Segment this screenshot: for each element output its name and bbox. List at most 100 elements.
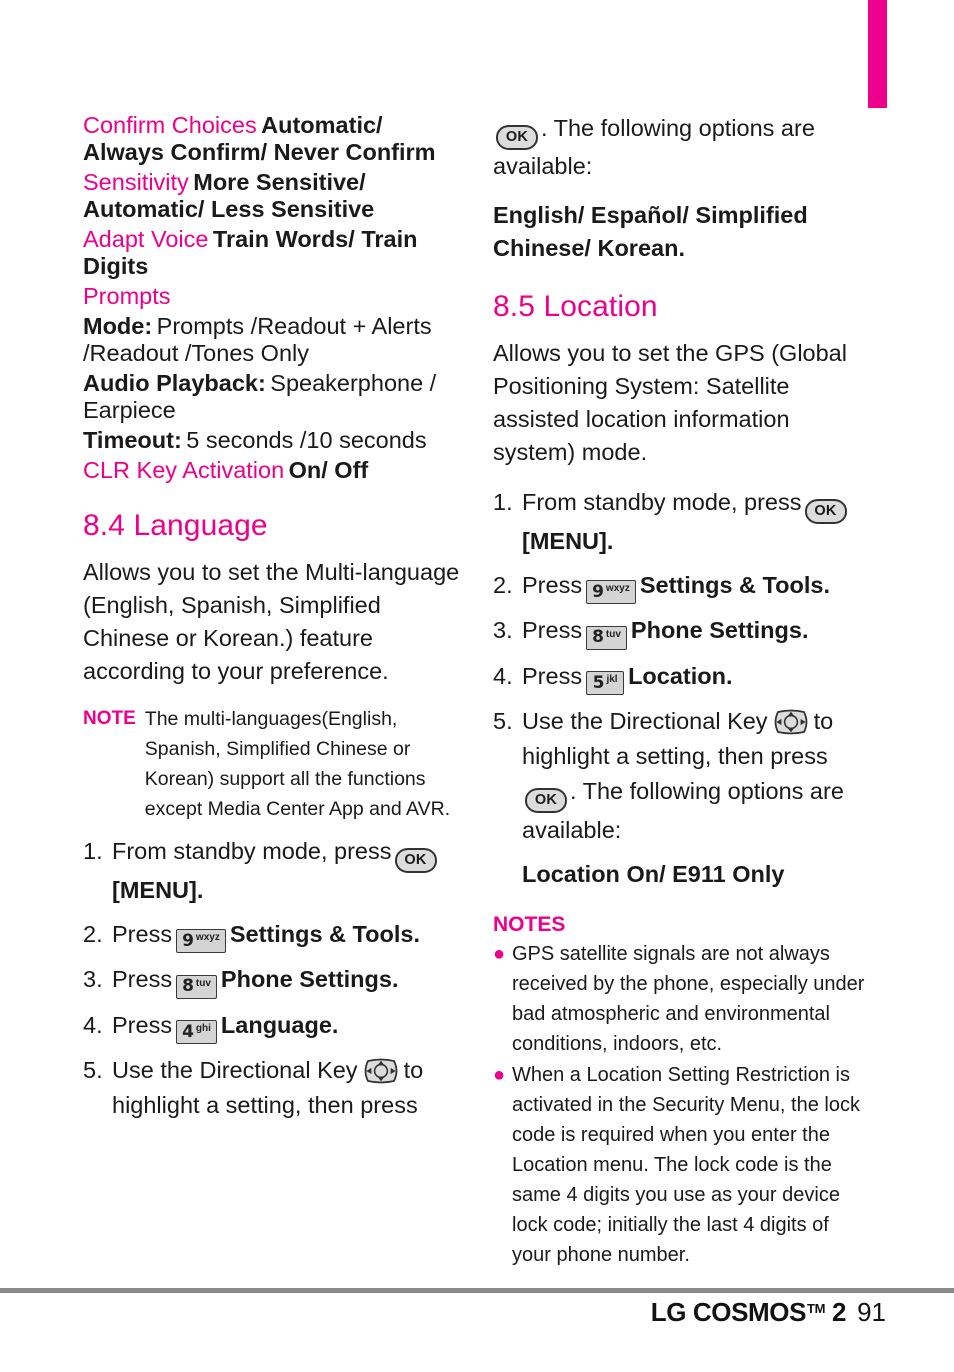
spec-term: Sensitivity — [83, 169, 189, 195]
step-number: 4. — [493, 662, 513, 689]
spec-term: Confirm Choices — [83, 112, 257, 138]
location-options-line: Location On/ E911 Only — [522, 860, 785, 887]
prompt-option-label: Audio Playback: — [83, 370, 266, 396]
spec-adapt-voice: Adapt Voice Train Words/ Train Digits — [83, 226, 461, 280]
step-number: 3. — [83, 966, 103, 993]
key-digit: 9 — [182, 930, 194, 951]
step-number: 2. — [493, 571, 513, 598]
step-text: Press — [522, 571, 583, 598]
keypad-8-icon: 8 tuv — [176, 974, 217, 999]
note-item-text: GPS satellite signals are not always rec… — [512, 942, 865, 1055]
step-text-tail: . The following options are available: — [522, 778, 844, 843]
step-text-bold: Phone Settings. — [630, 617, 809, 643]
ok-key-icon: OK — [804, 498, 847, 524]
section-intro-8-5: Allows you to set the GPS (Global Positi… — [493, 339, 847, 465]
spec-values: On/ Off — [288, 457, 369, 483]
step-text: Press — [522, 662, 583, 689]
note-block-language: NOTE The multi-languages(English, Spanis… — [83, 704, 461, 824]
spec-clr-key-activation: CLR Key Activation On/ Off — [83, 457, 461, 484]
key-digit: 5 — [592, 672, 605, 693]
notes-list: ● GPS satellite signals are not always r… — [493, 939, 871, 1270]
ok-key-icon: OK — [496, 124, 538, 150]
language-options-line: English/ Español/ Simplified Chinese/ Ko… — [493, 201, 808, 261]
step-text: From standby mode, press — [522, 488, 802, 515]
model-number: 2 — [832, 1297, 847, 1327]
key-letters: tuv — [195, 977, 211, 989]
footer-brand: LG COSMOS TM 2 — [650, 1297, 847, 1328]
note-list-item: ● GPS satellite signals are not always r… — [493, 939, 871, 1059]
page-number: 91 — [857, 1297, 886, 1327]
brand-name: LG COSMOS — [650, 1297, 807, 1327]
step-text-bold: Language. — [220, 1011, 339, 1038]
step-number: 1. — [83, 838, 103, 864]
step-text-bold: Settings & Tools. — [639, 571, 831, 598]
step-text: Press — [112, 966, 173, 993]
step-item: 3. Press 8 tuv Phone Settings. — [83, 962, 461, 999]
key-digit: 4 — [182, 1021, 194, 1042]
step-text: From standby mode, press — [112, 838, 392, 864]
right-column: OK. The following options are available:… — [493, 112, 871, 1271]
note-text: The multi-languages(English, Spanish, Si… — [144, 708, 451, 820]
keypad-9-icon: 9 wxyz — [176, 929, 226, 954]
directional-key-icon — [771, 709, 811, 735]
step-item: 2. Press 9 wxyz Settings & Tools. — [493, 568, 871, 604]
step-text: Use the Directional Key — [522, 708, 768, 734]
step-item: 4. Press 4 ghi Language. — [83, 1008, 461, 1045]
key-letters: ghi — [195, 1023, 211, 1035]
continuation-text: . The following options are available: — [493, 115, 815, 179]
ok-key-icon: OK — [394, 847, 437, 873]
section-intro-8-4: Allows you to set the Multi-language (En… — [83, 559, 460, 684]
step-text-bold: Phone Settings. — [220, 966, 399, 993]
footer-divider — [0, 1288, 954, 1293]
step-text-bold: Location. — [628, 662, 733, 689]
note-item-text: When a Location Setting Restriction is a… — [512, 1063, 860, 1266]
prompt-option-label: Mode: — [83, 313, 153, 339]
step-item: 3. Press 8 tuv Phone Settings. — [493, 613, 871, 650]
keypad-4-icon: 4 ghi — [176, 1020, 217, 1045]
key-digit: 9 — [592, 581, 604, 602]
step-number: 4. — [83, 1011, 103, 1038]
ok-label: OK — [814, 502, 837, 519]
ok-label: OK — [404, 852, 427, 868]
page-footer: LG COSMOS TM 2 91 — [651, 1297, 886, 1328]
prompt-option-audio-playback: Audio Playback: Speakerphone / Earpiece — [83, 370, 461, 424]
steps-location: 1. From standby mode, press OK [MENU]. 2.… — [493, 485, 871, 848]
chapter-tab-marker — [868, 0, 887, 108]
step-item: 2. Press 9 wxyz Settings & Tools. — [83, 917, 461, 954]
trademark-symbol: TM — [807, 1301, 826, 1316]
bullet-icon: ● — [493, 942, 506, 965]
note-label: NOTE — [83, 708, 136, 729]
key-digit: 8 — [592, 627, 604, 647]
prompt-option-values: 5 seconds /10 seconds — [186, 427, 427, 453]
step-text: Press — [522, 617, 583, 643]
note-list-item: ● When a Location Setting Restriction is… — [493, 1060, 871, 1270]
step-text-bold: [MENU]. — [112, 876, 204, 903]
ok-label: OK — [505, 129, 529, 145]
key-letters: wxyz — [195, 932, 220, 944]
prompt-option-mode: Mode: Prompts /Readout + Alerts /Readout… — [83, 313, 461, 367]
section-heading-8-5: 8.5 Location — [493, 289, 658, 323]
notes-heading: NOTES — [493, 912, 566, 936]
steps-language: 1. From standby mode, press OK [MENU]. 2.… — [83, 834, 461, 1123]
keypad-9-icon: 9 wxyz — [586, 580, 636, 604]
step-number: 5. — [83, 1057, 103, 1084]
step-number: 3. — [493, 617, 513, 643]
key-letters: tuv — [605, 628, 621, 640]
ok-label: OK — [534, 792, 558, 808]
bullet-icon: ● — [493, 1063, 506, 1086]
key-letters: wxyz — [605, 583, 630, 594]
prompt-option-label: Timeout: — [83, 427, 182, 453]
continuation-paragraph: OK. The following options are available: — [493, 112, 871, 183]
prompt-option-timeout: Timeout: 5 seconds /10 seconds — [83, 427, 461, 454]
step-text: Use the Directional Key — [112, 1057, 358, 1084]
step-item: 5. Use the Directional Key to highlight a… — [493, 704, 871, 848]
directional-key-icon — [361, 1058, 401, 1084]
step-item: 1. From standby mode, press OK [MENU]. — [493, 485, 871, 559]
step-text-bold: [MENU]. — [522, 527, 614, 554]
step-text-bold: Settings & Tools. — [229, 920, 421, 947]
spec-prompts: Prompts — [83, 283, 461, 310]
step-number: 5. — [493, 708, 513, 734]
spec-term: CLR Key Activation — [83, 457, 285, 483]
spec-confirm-choices: Confirm Choices Automatic/ Always Confir… — [83, 112, 461, 166]
left-column: Confirm Choices Automatic/ Always Confir… — [83, 112, 461, 1132]
